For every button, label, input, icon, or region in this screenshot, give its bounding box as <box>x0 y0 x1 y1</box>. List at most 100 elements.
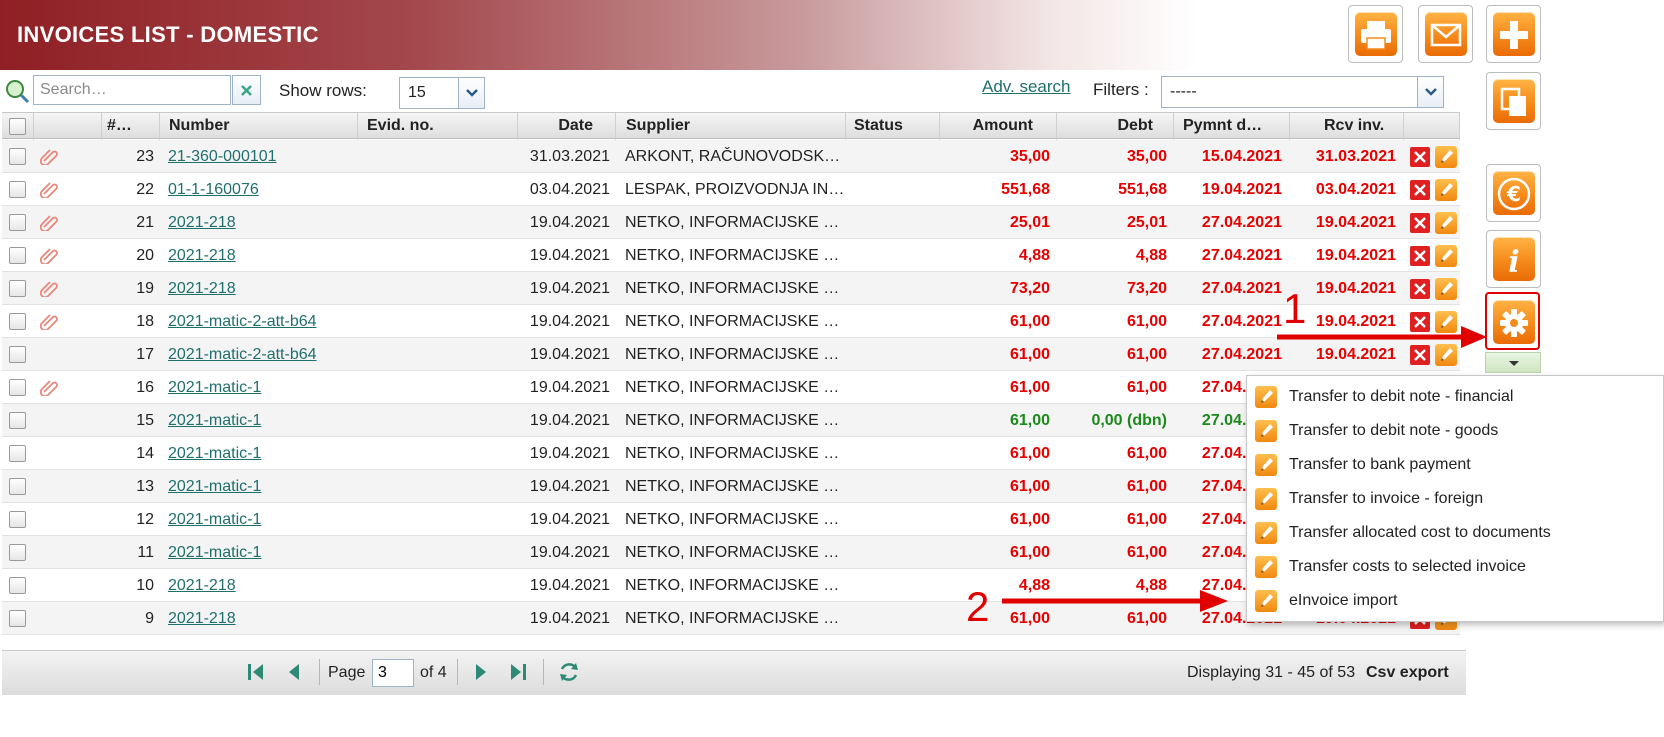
row-number-link[interactable]: 2021-218 <box>168 569 356 602</box>
delete-icon[interactable] <box>1410 246 1430 266</box>
info-button[interactable]: i <box>1486 230 1541 288</box>
table-row[interactable]: 18 2021-matic-2-att-b64 19.04.2021 NETKO… <box>2 305 1460 338</box>
add-button[interactable] <box>1486 5 1541 63</box>
next-page-icon[interactable] <box>469 661 491 683</box>
search-icon[interactable] <box>4 78 30 104</box>
row-number-link[interactable]: 2021-matic-2-att-b64 <box>168 305 356 338</box>
edit-icon[interactable] <box>1435 146 1457 168</box>
row-checkbox[interactable] <box>9 478 26 495</box>
invoice-number[interactable]: 2021-218 <box>168 214 236 231</box>
row-number-link[interactable]: 2021-matic-2-att-b64 <box>168 338 356 371</box>
row-checkbox[interactable] <box>9 412 26 429</box>
email-button[interactable] <box>1418 5 1473 63</box>
advanced-search-link[interactable]: Adv. search <box>982 77 1071 97</box>
edit-icon[interactable] <box>1435 179 1457 201</box>
row-number-link[interactable]: 2021-matic-1 <box>168 470 356 503</box>
table-row[interactable]: 17 2021-matic-2-att-b64 19.04.2021 NETKO… <box>2 338 1460 371</box>
column-header-date[interactable]: Date <box>518 113 616 140</box>
invoice-number[interactable]: 2021-218 <box>168 247 236 264</box>
row-number-link[interactable]: 21-360-000101 <box>168 140 356 173</box>
menu-item[interactable]: Transfer allocated cost to documents <box>1247 516 1664 550</box>
clear-search-button[interactable] <box>232 75 261 105</box>
menu-item[interactable]: Transfer to debit note - goods <box>1247 414 1664 448</box>
row-number-link[interactable]: 2021-218 <box>168 239 356 272</box>
table-row[interactable]: 14 2021-matic-1 19.04.2021 NETKO, INFORM… <box>2 437 1460 470</box>
table-row[interactable]: 16 2021-matic-1 19.04.2021 NETKO, INFORM… <box>2 371 1460 404</box>
row-checkbox[interactable] <box>9 313 26 330</box>
paperclip-icon[interactable] <box>40 147 58 165</box>
previous-page-icon[interactable] <box>284 661 306 683</box>
table-row[interactable]: 9 2021-218 19.04.2021 NETKO, INFORMACIJS… <box>2 602 1460 635</box>
column-header-received-invoice[interactable]: Rcv inv. <box>1290 113 1404 140</box>
row-number-link[interactable]: 2021-matic-1 <box>168 437 356 470</box>
delete-icon[interactable] <box>1410 147 1430 167</box>
invoice-number[interactable]: 2021-matic-1 <box>168 511 261 528</box>
menu-item[interactable]: eInvoice import <box>1247 584 1664 618</box>
row-number-link[interactable]: 2021-218 <box>168 206 356 239</box>
show-rows-dropdown-arrow[interactable] <box>458 78 484 108</box>
last-page-icon[interactable] <box>507 661 529 683</box>
column-header-index[interactable]: #… <box>102 113 160 140</box>
table-row[interactable]: 23 21-360-000101 31.03.2021 ARKONT, RAČU… <box>2 140 1460 173</box>
row-number-link[interactable]: 01-1-160076 <box>168 173 356 206</box>
table-row[interactable]: 20 2021-218 19.04.2021 NETKO, INFORMACIJ… <box>2 239 1460 272</box>
row-checkbox[interactable] <box>9 445 26 462</box>
table-row[interactable]: 15 2021-matic-1 19.04.2021 NETKO, INFORM… <box>2 404 1460 437</box>
table-row[interactable]: 12 2021-matic-1 19.04.2021 NETKO, INFORM… <box>2 503 1460 536</box>
invoice-number[interactable]: 2021-matic-1 <box>168 445 261 462</box>
edit-icon[interactable] <box>1435 245 1457 267</box>
paperclip-icon[interactable] <box>40 378 58 396</box>
row-checkbox[interactable] <box>9 379 26 396</box>
settings-menu-toggle[interactable] <box>1485 352 1541 373</box>
payment-button[interactable]: € <box>1486 164 1541 222</box>
delete-icon[interactable] <box>1410 213 1430 233</box>
invoice-number[interactable]: 2021-218 <box>168 280 236 297</box>
menu-item[interactable]: Transfer to invoice - foreign <box>1247 482 1664 516</box>
paperclip-icon[interactable] <box>40 180 58 198</box>
refresh-icon[interactable] <box>557 660 581 684</box>
invoice-number[interactable]: 2021-matic-2-att-b64 <box>168 313 317 330</box>
row-checkbox[interactable] <box>9 280 26 297</box>
invoice-number[interactable]: 2021-matic-2-att-b64 <box>168 346 317 363</box>
paperclip-icon[interactable] <box>40 213 58 231</box>
column-header-payment-date[interactable]: Pymnt d… <box>1174 113 1290 140</box>
delete-icon[interactable] <box>1410 180 1430 200</box>
table-row[interactable]: 11 2021-matic-1 19.04.2021 NETKO, INFORM… <box>2 536 1460 569</box>
invoice-number[interactable]: 2021-218 <box>168 577 236 594</box>
menu-item[interactable]: Transfer costs to selected invoice <box>1247 550 1664 584</box>
page-number-input[interactable] <box>372 659 414 687</box>
row-checkbox[interactable] <box>9 511 26 528</box>
csv-export-link[interactable]: Csv export <box>1366 664 1449 682</box>
menu-item[interactable]: Transfer to bank payment <box>1247 448 1664 482</box>
edit-icon[interactable] <box>1435 212 1457 234</box>
invoice-number[interactable]: 2021-matic-1 <box>168 379 261 396</box>
row-checkbox[interactable] <box>9 148 26 165</box>
invoice-number[interactable]: 21-360-000101 <box>168 148 277 165</box>
table-row[interactable]: 13 2021-matic-1 19.04.2021 NETKO, INFORM… <box>2 470 1460 503</box>
column-header-number[interactable]: Number <box>160 113 358 140</box>
row-checkbox[interactable] <box>9 247 26 264</box>
column-header-debt[interactable]: Debt <box>1057 113 1174 140</box>
invoice-number[interactable]: 2021-218 <box>168 610 236 627</box>
edit-icon[interactable] <box>1435 278 1457 300</box>
row-number-link[interactable]: 2021-matic-1 <box>168 503 356 536</box>
row-checkbox[interactable] <box>9 610 26 627</box>
invoice-number[interactable]: 2021-matic-1 <box>168 412 261 429</box>
show-rows-select[interactable]: 15 <box>399 77 485 109</box>
column-header-supplier[interactable]: Supplier <box>616 113 846 140</box>
row-number-link[interactable]: 2021-matic-1 <box>168 371 356 404</box>
invoice-number[interactable]: 01-1-160076 <box>168 181 259 198</box>
select-all-checkbox[interactable] <box>9 118 26 135</box>
row-checkbox[interactable] <box>9 544 26 561</box>
invoice-number[interactable]: 2021-matic-1 <box>168 478 261 495</box>
table-row[interactable]: 10 2021-218 19.04.2021 NETKO, INFORMACIJ… <box>2 569 1460 602</box>
print-button[interactable] <box>1348 5 1403 63</box>
row-number-link[interactable]: 2021-matic-1 <box>168 404 356 437</box>
search-input[interactable] <box>33 75 231 105</box>
column-header-status[interactable]: Status <box>846 113 940 140</box>
menu-item[interactable]: Transfer to debit note - financial <box>1247 380 1664 414</box>
paperclip-icon[interactable] <box>40 279 58 297</box>
row-checkbox[interactable] <box>9 214 26 231</box>
copy-button[interactable] <box>1486 72 1541 130</box>
column-header-amount[interactable]: Amount <box>940 113 1057 140</box>
